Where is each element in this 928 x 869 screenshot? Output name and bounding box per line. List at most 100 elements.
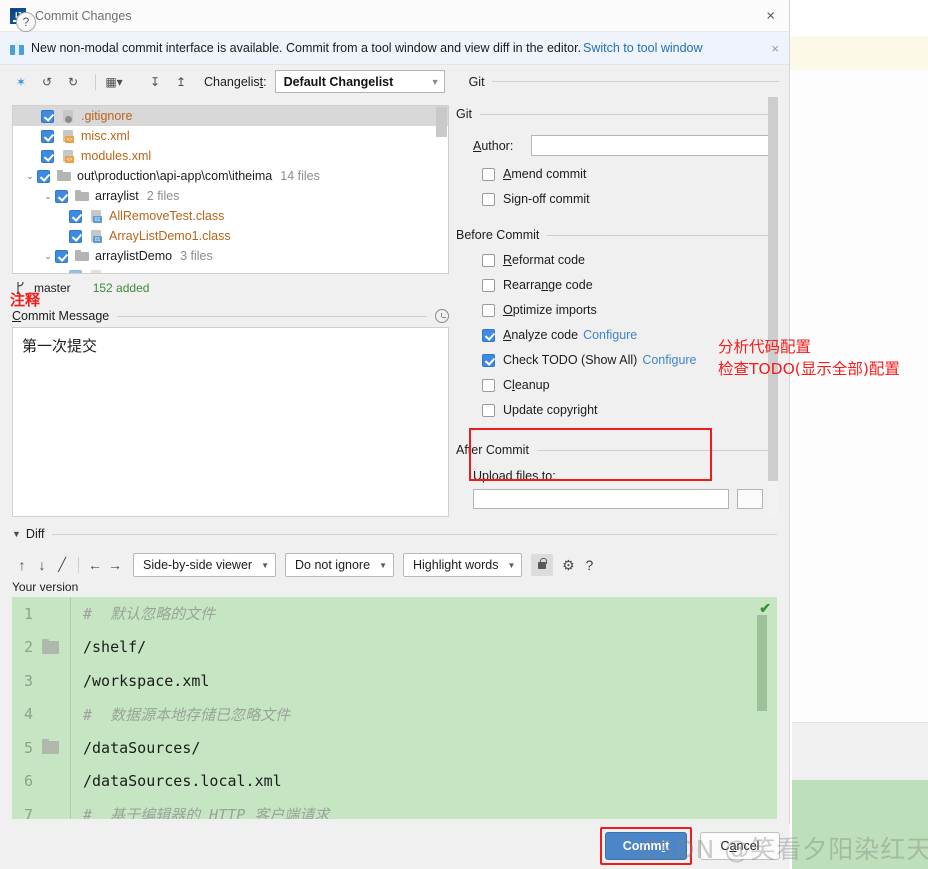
after-commit-group-title: After Commit <box>456 443 529 457</box>
analyze-code-checkbox[interactable] <box>482 328 495 342</box>
diff-section-header[interactable]: ▼ Diff <box>12 527 777 541</box>
table-row-partial[interactable]: 01 <box>13 266 448 273</box>
gutter-divider <box>70 764 71 798</box>
signoff-commit-checkbox[interactable] <box>482 192 495 206</box>
rearrange-code-checkbox-row[interactable]: Rearrange code <box>456 278 778 292</box>
clock-icon[interactable] <box>435 309 449 323</box>
commit-message-input[interactable]: 第一次提交 <box>12 327 449 517</box>
upload-files-browse-button[interactable] <box>737 489 763 509</box>
signoff-commit-checkbox-row[interactable]: Sign-off commit <box>456 192 778 206</box>
row-checkbox[interactable] <box>37 169 50 183</box>
row-checkbox[interactable] <box>41 109 54 123</box>
author-label: Author: <box>473 138 514 153</box>
chevron-down-icon[interactable]: ▼ <box>12 529 21 539</box>
reformat-code-checkbox-row[interactable]: Reformat code <box>456 253 778 267</box>
reformat-code-checkbox[interactable] <box>482 253 495 267</box>
options-scrollbar-thumb[interactable] <box>768 97 778 481</box>
diff-scrollbar-thumb[interactable] <box>757 615 767 711</box>
prev-difference-icon[interactable]: ↑ <box>12 553 32 577</box>
help-icon[interactable]: ? <box>579 554 599 576</box>
apply-right-icon[interactable]: → <box>105 553 125 577</box>
table-row[interactable]: ⌄ out\production\api-app\com\itheima 14 … <box>13 166 448 186</box>
chevron-down-icon[interactable]: ⌄ <box>41 251 55 262</box>
analyze-code-configure-link[interactable]: Configure <box>583 328 637 342</box>
line-number: 7 <box>24 805 34 819</box>
diff-content[interactable]: 1 # 默认忽略的文件 2 /shelf/ 3 /workspace.xml 4… <box>12 597 777 819</box>
row-checkbox[interactable] <box>55 249 68 263</box>
cleanup-checkbox[interactable] <box>482 378 495 392</box>
folder-name: arraylist <box>95 189 139 203</box>
cleanup-checkbox-row[interactable]: Cleanup <box>456 378 778 392</box>
author-field[interactable] <box>531 135 778 156</box>
annotation-before-commit: 分析代码配置 检查TODO(显示全部)配置 <box>718 336 900 380</box>
amend-commit-checkbox[interactable] <box>482 167 495 181</box>
diff-toolbar-divider <box>78 557 79 573</box>
notification-close-icon[interactable]: × <box>771 41 779 56</box>
lock-icon[interactable] <box>531 554 554 576</box>
options-scrollbar[interactable] <box>768 97 778 517</box>
group-by-icon[interactable]: ▦▾ <box>103 71 125 93</box>
main-split-area: .gitignore <> misc.xml <> modules.xml ⌄ … <box>0 97 789 527</box>
update-copyright-checkbox[interactable] <box>482 403 495 417</box>
amend-commit-checkbox-row[interactable]: Amend commit <box>456 167 778 181</box>
vertical-splitter[interactable] <box>452 99 455 527</box>
collapse-all-icon[interactable]: ↥ <box>170 71 192 93</box>
row-checkbox[interactable] <box>41 149 54 163</box>
gear-icon[interactable]: ⚙ <box>557 554 579 576</box>
help-icon[interactable]: ? <box>16 12 36 32</box>
rearrange-code-checkbox[interactable] <box>482 278 495 292</box>
switch-to-tool-window-link[interactable]: Switch to tool window <box>583 41 703 55</box>
highlight-mode-select[interactable]: Highlight words ▼ <box>402 553 523 577</box>
chevron-down-icon[interactable]: ⌄ <box>23 171 37 182</box>
row-checkbox[interactable] <box>55 189 68 203</box>
line-gutter: 7 <box>12 806 70 819</box>
line-number: 4 <box>24 705 34 724</box>
background-editor-area <box>792 70 928 722</box>
diff-line: 6 /dataSources.local.xml <box>12 764 777 798</box>
gutter-divider <box>70 597 71 631</box>
expand-all-icon[interactable]: ↧ <box>144 71 166 93</box>
file-count: 14 files <box>280 169 320 183</box>
check-todo-configure-link[interactable]: Configure <box>642 353 696 367</box>
apply-left-icon[interactable]: ← <box>85 553 105 577</box>
check-todo-checkbox[interactable] <box>482 353 495 367</box>
refresh-icon[interactable]: ↻ <box>62 71 84 93</box>
row-checkbox[interactable] <box>69 229 82 243</box>
changed-files-tree[interactable]: .gitignore <> misc.xml <> modules.xml ⌄ … <box>12 105 449 274</box>
close-icon[interactable]: × <box>766 8 775 23</box>
git-section-rule <box>491 81 779 82</box>
row-checkbox[interactable] <box>69 209 82 223</box>
next-difference-icon[interactable]: ↓ <box>32 553 52 577</box>
line-text: /shelf/ <box>83 638 147 657</box>
row-checkbox[interactable] <box>41 129 54 143</box>
upload-files-field[interactable] <box>473 489 729 509</box>
table-row[interactable]: ⌄ arraylistDemo 3 files <box>13 246 448 266</box>
optimize-imports-checkbox-row[interactable]: Optimize imports <box>456 303 778 317</box>
commit-message-label: Commit Message <box>12 309 110 323</box>
tree-scrollbar-thumb[interactable] <box>436 107 447 137</box>
diff-scrollbar[interactable] <box>757 597 767 819</box>
chevron-down-icon[interactable]: ⌄ <box>41 191 55 202</box>
rearrange-code-label: Rearrange code <box>503 278 593 292</box>
revert-icon[interactable]: ↺ <box>36 71 58 93</box>
tree-scrollbar[interactable] <box>436 107 447 272</box>
gutter-divider <box>70 697 71 731</box>
row-checkbox[interactable] <box>69 269 82 273</box>
table-row[interactable]: <> modules.xml <box>13 146 448 166</box>
changelist-select[interactable]: Default Changelist ▼ <box>274 70 445 93</box>
update-copyright-checkbox-row[interactable]: Update copyright <box>456 403 778 417</box>
table-row[interactable]: <> misc.xml <box>13 126 448 146</box>
collapse-changes-icon[interactable]: ✶ <box>10 71 32 93</box>
folder-icon <box>56 168 72 184</box>
folder-name: out\production\api-app\com\itheima <box>77 169 273 183</box>
ignore-mode-select[interactable]: Do not ignore ▼ <box>285 553 394 577</box>
table-row[interactable]: 01 AllRemoveTest.class <box>13 206 448 226</box>
optimize-imports-checkbox[interactable] <box>482 303 495 317</box>
analyze-code-label: Analyze code <box>503 328 579 342</box>
viewer-mode-select[interactable]: Side-by-side viewer ▼ <box>133 553 276 577</box>
table-row[interactable]: 01 ArrayListDemo1.class <box>13 226 448 246</box>
edit-source-icon[interactable]: ╱ <box>52 553 72 577</box>
file-name: modules.xml <box>81 149 152 163</box>
table-row[interactable]: ⌄ arraylist 2 files <box>13 186 448 206</box>
table-row[interactable]: .gitignore <box>13 106 448 126</box>
